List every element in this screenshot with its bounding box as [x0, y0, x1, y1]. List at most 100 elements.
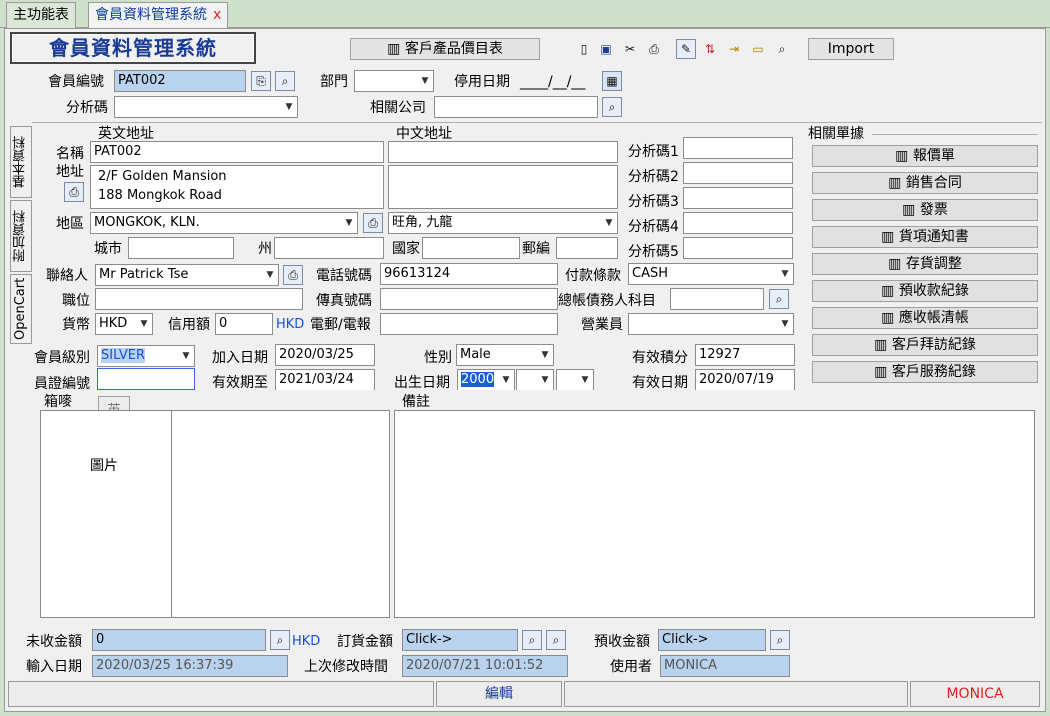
unreceived-currency: HKD: [292, 634, 321, 649]
district-lookup-icon[interactable]: ⎙: [363, 213, 383, 233]
status-cell: [8, 681, 434, 707]
stop-date-field[interactable]: ____/__/__: [520, 72, 585, 92]
member-level-select[interactable]: SILVER ▼: [97, 345, 195, 367]
analysis-code-2-field[interactable]: [683, 162, 793, 184]
save-icon[interactable]: ▣: [596, 39, 616, 59]
order-search-icon[interactable]: ⌕: [522, 630, 542, 650]
side-tab-opencart[interactable]: OpenCart: [10, 274, 32, 344]
dept-select[interactable]: ▼: [354, 70, 434, 92]
status-mode: 編輯: [436, 681, 562, 707]
district-en-select[interactable]: MONGKOK, KLN. ▼: [90, 212, 358, 234]
contact-lookup-icon[interactable]: ⎙: [283, 265, 303, 285]
country-field[interactable]: [422, 237, 520, 259]
calendar-icon[interactable]: ▦: [602, 71, 622, 91]
phone-field[interactable]: 96613124: [380, 263, 558, 285]
delete-icon[interactable]: ✂: [620, 39, 640, 59]
payment-label: 付款條款: [565, 268, 621, 284]
visit-record-button[interactable]: ▥ 客戶拜訪紀錄: [812, 334, 1038, 356]
state-field[interactable]: [274, 237, 384, 259]
analysis-code-5-field[interactable]: [683, 237, 793, 259]
close-tab-icon[interactable]: x: [213, 7, 221, 23]
unreceived-search-icon[interactable]: ⌕: [270, 630, 290, 650]
valid-until-field[interactable]: 2021/03/24: [275, 369, 375, 391]
contact-select[interactable]: Mr Patrick Tse ▼: [95, 264, 279, 286]
unreceived-field[interactable]: 0: [92, 629, 266, 651]
related-company-label: 相關公司: [370, 100, 426, 116]
city-field[interactable]: [128, 237, 234, 259]
sales-label: 營業員: [581, 317, 623, 333]
analysis-code-3-field[interactable]: [683, 187, 793, 209]
sales-select[interactable]: ▼: [628, 313, 794, 335]
exit-icon[interactable]: ⇥: [724, 39, 744, 59]
address-cn-field[interactable]: [388, 165, 618, 209]
member-no-field[interactable]: PAT002: [114, 70, 246, 92]
quotation-button[interactable]: ▥ 報價單: [812, 145, 1038, 167]
chevron-down-icon: ▼: [581, 375, 589, 385]
name-cn-field[interactable]: [388, 141, 618, 163]
fax-field[interactable]: [380, 288, 558, 310]
name-en-field[interactable]: PAT002: [90, 141, 384, 163]
address-en-field[interactable]: 2/F Golden Mansion 188 Mongkok Road: [90, 165, 384, 209]
search-icon[interactable]: ⌕: [772, 39, 792, 59]
postal-field[interactable]: [556, 237, 618, 259]
district-cn-select[interactable]: 旺角, 九龍 ▼: [388, 212, 618, 234]
shipping-mark-field[interactable]: [171, 410, 390, 618]
refresh-icon[interactable]: ⇅: [700, 39, 720, 59]
related-company-field[interactable]: [434, 96, 598, 118]
position-field[interactable]: [95, 288, 303, 310]
order-amount-field[interactable]: Click->: [402, 629, 518, 651]
points-field[interactable]: 12927: [695, 344, 795, 366]
stop-date-label: 停用日期: [454, 74, 510, 90]
birth-year-select[interactable]: 2000 ▼: [457, 369, 515, 391]
divider: [872, 134, 1038, 135]
credit-field[interactable]: 0: [215, 313, 273, 335]
stock-adjustment-button[interactable]: ▥ 存貨調整: [812, 253, 1038, 275]
receivable-button[interactable]: ▥ 應收帳清帳: [812, 307, 1038, 329]
order-search-icon-2[interactable]: ⌕: [546, 630, 566, 650]
search-company-icon[interactable]: ⌕: [602, 97, 622, 117]
analysis-code-4-field[interactable]: [683, 212, 793, 234]
birth-day-select[interactable]: ▼: [556, 369, 594, 391]
join-date-field[interactable]: 2020/03/25: [275, 344, 375, 366]
app-title: 會員資料管理系統: [10, 32, 256, 64]
chevron-down-icon: ▼: [140, 319, 148, 329]
print-icon[interactable]: ⎙: [644, 39, 664, 59]
email-field[interactable]: [380, 313, 558, 335]
price-list-button[interactable]: ▥ 客戶產品價目表: [350, 38, 540, 60]
tab-member-management[interactable]: 會員資料管理系統 x: [88, 2, 229, 28]
gender-select[interactable]: Male ▼: [456, 344, 554, 366]
search-member-icon[interactable]: ⌕: [275, 71, 295, 91]
ledger-field[interactable]: [670, 288, 764, 310]
analysis-code-select[interactable]: ▼: [114, 96, 298, 118]
remark-field[interactable]: [394, 410, 1035, 618]
new-doc-icon[interactable]: ▯: [574, 39, 594, 59]
prepaid-field[interactable]: Click->: [658, 629, 766, 651]
open-folder-icon[interactable]: ▭: [748, 39, 768, 59]
currency-select[interactable]: HKD ▼: [95, 313, 153, 335]
payment-select[interactable]: CASH ▼: [628, 263, 794, 285]
print-address-icon[interactable]: ⎙: [64, 182, 84, 202]
valid-date-field[interactable]: 2020/07/19: [695, 369, 795, 391]
card-no-field[interactable]: [97, 368, 195, 390]
sales-contract-button[interactable]: ▥ 銷售合同: [812, 172, 1038, 194]
currency-label: 貨幣: [62, 317, 90, 333]
side-tab-basic[interactable]: 基本資料: [10, 126, 32, 198]
edit-icon[interactable]: ✎: [676, 39, 696, 59]
side-tab-extra[interactable]: 附加資料: [10, 200, 32, 272]
lookup-member-icon[interactable]: ⎘: [251, 71, 271, 91]
prepayment-button[interactable]: ▥ 預收款紀錄: [812, 280, 1038, 302]
import-button[interactable]: Import: [808, 38, 894, 60]
email-label: 電郵/電報: [310, 317, 371, 333]
chevron-down-icon: ▼: [266, 270, 274, 280]
chevron-down-icon: ▼: [781, 269, 789, 279]
prepaid-search-icon[interactable]: ⌕: [770, 630, 790, 650]
analysis-code-1-field[interactable]: [683, 137, 793, 159]
invoice-button[interactable]: ▥ 發票: [812, 199, 1038, 221]
service-record-button[interactable]: ▥ 客戶服務紀錄: [812, 361, 1038, 383]
tab-main-menu[interactable]: 主功能表: [6, 2, 76, 28]
ledger-search-icon[interactable]: ⌕: [769, 289, 789, 309]
birth-month-select[interactable]: ▼: [516, 369, 554, 391]
picture-panel[interactable]: [40, 410, 172, 618]
analysis-code-label: 分析碼: [66, 100, 108, 116]
delivery-note-button[interactable]: ▥ 貨項通知書: [812, 226, 1038, 248]
